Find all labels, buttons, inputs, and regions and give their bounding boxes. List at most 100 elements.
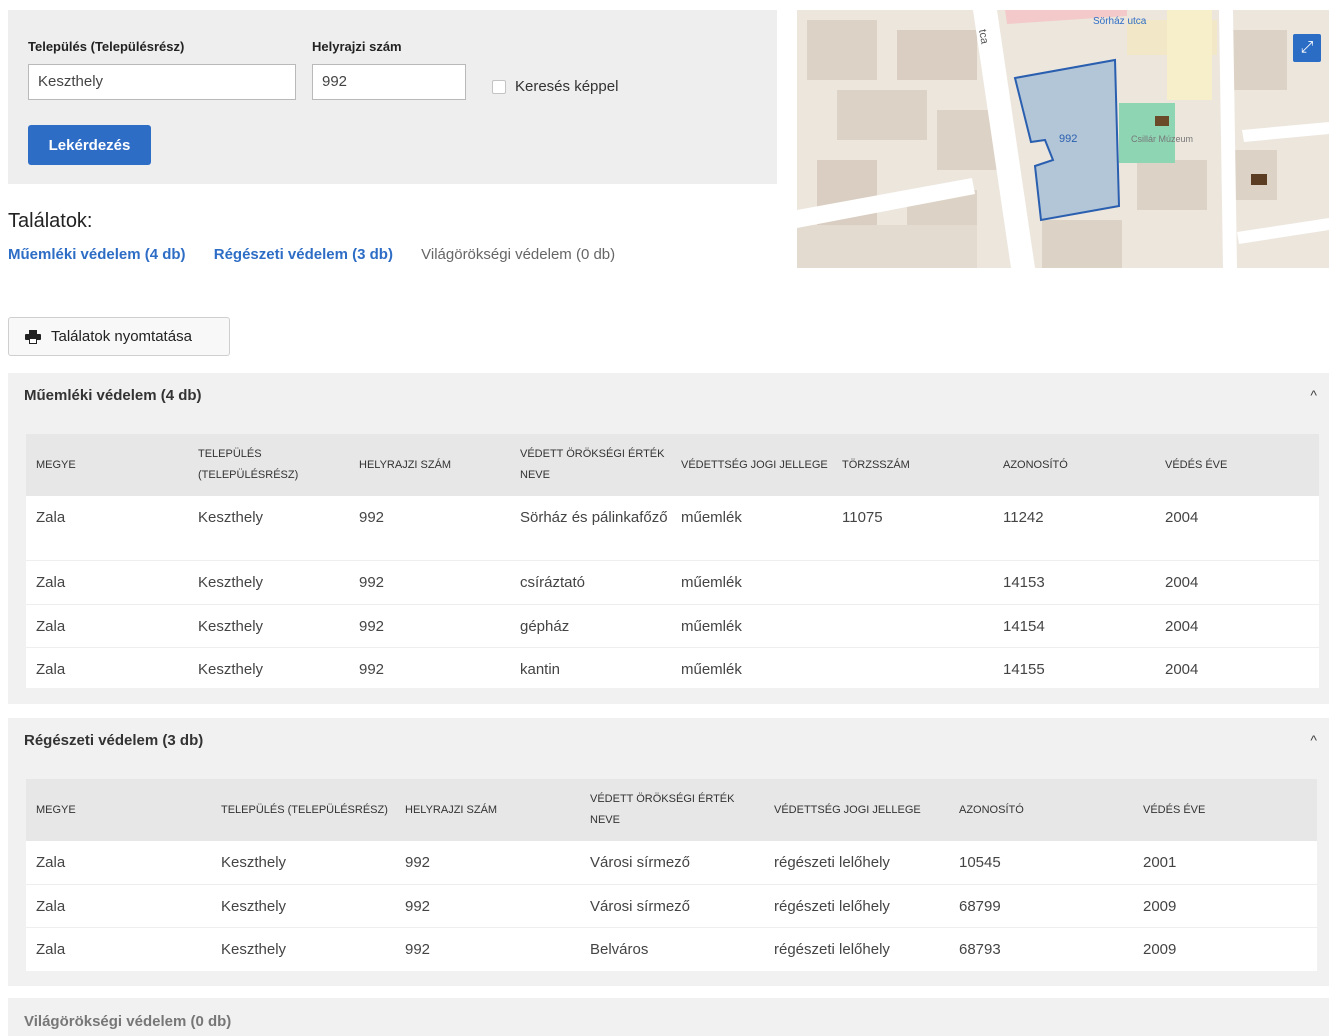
- archaeology-table: Megye Település (településrész) Helyrajz…: [26, 779, 1317, 971]
- cell-id: 68793: [959, 940, 1001, 958]
- table-row: Zala Keszthely 992 Városi sírmező régész…: [26, 841, 1317, 885]
- cell-register-number: [832, 560, 993, 605]
- cell-county: Zala: [26, 560, 188, 605]
- monuments-table: Megye Település (településrész) Helyrajz…: [26, 434, 1319, 688]
- cell-name: Városi sírmező: [580, 884, 764, 928]
- archaeology-title: Régészeti védelem (3 db): [24, 732, 204, 749]
- image-search-label: Keresés képpel: [515, 78, 619, 95]
- monuments-link[interactable]: Műemléki védelem (4 db): [8, 246, 186, 263]
- cell-settlement: Keszthely: [221, 940, 287, 958]
- col-header: Település (településrész): [221, 803, 388, 816]
- cell-parcel: 992: [395, 884, 580, 928]
- col-header: Azonosító: [959, 803, 1024, 816]
- monuments-section: Műemléki védelem (4 db) ^ Megye Települé…: [8, 373, 1329, 704]
- cell-parcel: 992: [405, 940, 431, 958]
- monuments-title: Műemléki védelem (4 db): [24, 387, 202, 404]
- monuments-table-wrap: Megye Település (településrész) Helyrajz…: [26, 434, 1319, 688]
- print-results-button[interactable]: Találatok nyomtatása: [8, 317, 230, 356]
- cell-year: 2004: [1165, 660, 1199, 678]
- col-header: Megye: [36, 803, 76, 816]
- cell-id: 10545: [949, 841, 1133, 885]
- archaeology-section: Régészeti védelem (3 db) ^ Megye Települ…: [8, 718, 1329, 986]
- archaeology-header-row: Megye Település (településrész) Helyrajz…: [26, 779, 1317, 841]
- cell-type: régészeti lelőhely: [764, 884, 949, 928]
- cell-type: régészeti lelőhely: [774, 940, 890, 958]
- chevron-up-icon[interactable]: ^: [1310, 387, 1317, 403]
- col-header: Település (településrész): [198, 448, 299, 481]
- cell-type: régészeti lelőhely: [764, 841, 949, 885]
- cell-id: 68799: [949, 884, 1133, 928]
- col-header: Megye: [36, 458, 76, 471]
- map-street-poi: Sörház utca: [1093, 16, 1147, 27]
- col-header: Azonosító: [1003, 458, 1068, 471]
- cell-settlement: Keszthely: [188, 560, 349, 605]
- parcel-label: Helyrajzi szám: [312, 39, 402, 54]
- map-museum-label: Csillár Múzeum: [1131, 134, 1193, 144]
- cell-county: Zala: [26, 884, 211, 928]
- print-results-label: Találatok nyomtatása: [51, 328, 192, 345]
- cell-county: Zala: [36, 660, 66, 678]
- monuments-header[interactable]: Műemléki védelem (4 db) ^: [8, 373, 1329, 419]
- cell-settlement: Keszthely: [188, 604, 349, 648]
- results-title: Találatok:: [8, 210, 93, 232]
- map-canvas: 992 Sörház utca Csillár Múzeum tca: [797, 10, 1329, 268]
- monuments-header-row: Megye Település (településrész) Helyrajz…: [26, 434, 1319, 496]
- cell-id: 14155: [1003, 660, 1045, 678]
- map[interactable]: 992 Sörház utca Csillár Múzeum tca ⤢: [797, 10, 1329, 268]
- cell-settlement: Keszthely: [211, 841, 395, 885]
- col-header: Védettség jogi jellege: [681, 458, 828, 471]
- map-parcel-number: 992: [1059, 133, 1077, 145]
- parcel-input[interactable]: 992: [312, 64, 466, 100]
- cell-parcel: 992: [349, 560, 510, 605]
- cell-name: Belváros: [590, 940, 649, 958]
- chevron-up-icon[interactable]: ^: [1310, 732, 1317, 748]
- expand-icon[interactable]: ⤢: [1293, 34, 1321, 62]
- cell-parcel: 992: [395, 841, 580, 885]
- query-button[interactable]: Lekérdezés: [28, 125, 151, 165]
- cell-year: 2001: [1133, 841, 1317, 885]
- cell-id: 14154: [993, 604, 1155, 648]
- cell-name: Sörház és pálinkafőző: [510, 496, 671, 561]
- result-links: Műemléki védelem (4 db) Régészeti védele…: [8, 246, 639, 263]
- cell-settlement: Keszthely: [188, 496, 349, 561]
- table-row: Zala Keszthely 992 csíráztató műemlék 14…: [26, 560, 1319, 605]
- cell-type: műemlék: [671, 560, 832, 605]
- cell-name: csíráztató: [510, 560, 671, 605]
- cell-name: Városi sírmező: [580, 841, 764, 885]
- world-heritage-link: Világörökségi védelem (0 db): [421, 246, 616, 263]
- table-row: Zala Keszthely 992 kantin műemlék 14155 …: [26, 647, 1319, 688]
- cell-county: Zala: [26, 604, 188, 648]
- cell-id: 14153: [993, 560, 1155, 605]
- col-header: Helyrajzi szám: [359, 458, 452, 471]
- world-heritage-header: Világörökségi védelem (0 db): [8, 998, 1329, 1036]
- cell-year: 2009: [1133, 884, 1317, 928]
- cell-year: 2004: [1155, 604, 1319, 648]
- cell-parcel: 992: [359, 660, 385, 678]
- table-row: Zala Keszthely 992 Sörház és pálinkafőző…: [26, 496, 1319, 561]
- col-header: Védettség jogi jellege: [774, 803, 921, 816]
- cell-register-number: [832, 604, 993, 648]
- archaeology-link[interactable]: Régészeti védelem (3 db): [214, 246, 393, 263]
- cell-settlement: Keszthely: [211, 884, 395, 928]
- archaeology-header[interactable]: Régészeti védelem (3 db) ^: [8, 718, 1329, 764]
- col-header: Helyrajzi szám: [405, 803, 498, 816]
- search-panel: Település (Településrész) Keszthely Hely…: [8, 10, 777, 184]
- world-heritage-title: Világörökségi védelem (0 db): [24, 1013, 232, 1030]
- archaeology-table-wrap: Megye Település (településrész) Helyrajz…: [26, 779, 1317, 971]
- table-row: Zala Keszthely 992 Belváros régészeti le…: [26, 927, 1317, 971]
- image-search-checkbox[interactable]: [492, 80, 506, 94]
- table-row: Zala Keszthely 992 gépház műemlék 14154 …: [26, 604, 1319, 648]
- settlement-label: Település (Településrész): [28, 39, 185, 54]
- cell-type: műemlék: [671, 604, 832, 648]
- settlement-input[interactable]: Keszthely: [28, 64, 296, 100]
- cell-name: gépház: [510, 604, 671, 648]
- world-heritage-section: Világörökségi védelem (0 db): [8, 998, 1329, 1036]
- cell-year: 2009: [1143, 940, 1177, 958]
- col-header: Védett örökségi érték neve: [590, 793, 735, 826]
- col-header: Törzsszám: [842, 458, 910, 471]
- col-header: Védés éve: [1165, 458, 1228, 471]
- cell-type: műemlék: [681, 660, 742, 678]
- cell-county: Zala: [26, 841, 211, 885]
- cell-type: műemlék: [671, 496, 832, 561]
- cell-settlement: Keszthely: [198, 660, 264, 678]
